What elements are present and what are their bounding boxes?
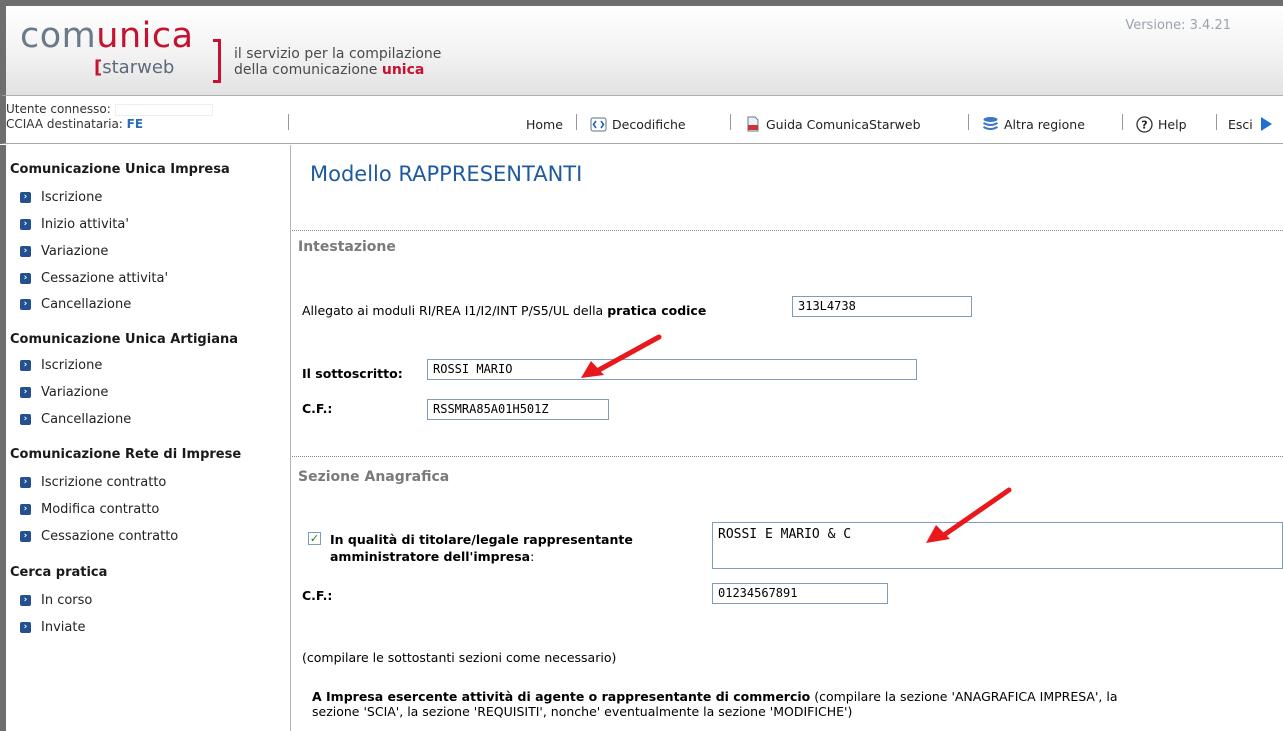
arrow-bullet-icon: › [20,531,31,542]
sottoscritto-label: Il sottoscritto: [302,366,403,381]
sidebar-item-rete-cessazione[interactable]: › Cessazione contratto [20,529,178,544]
arrow-bullet-icon: › [20,299,31,310]
connected-user-name [114,103,213,116]
arrow-bullet-icon: › [20,622,31,633]
sidebar-section-impresa: Comunicazione Unica Impresa [10,162,230,177]
intestazione-heading: Intestazione [298,239,396,255]
main-content: Modello RAPPRESENTANTI Intestazione Alle… [292,145,1283,731]
section-divider [292,456,1283,457]
section-divider [292,230,1283,231]
arrow-bullet-icon: › [20,414,31,425]
cciaa-label: CCIAA destinataria: [6,117,123,131]
sidebar-section-artigiana: Comunicazione Unica Artigiana [10,332,238,347]
play-arrow-icon [1258,116,1275,133]
help-link[interactable]: ? Help [1136,115,1187,133]
allegato-label: Allegato ai moduli RI/REA I1/I2/INT P/S5… [302,303,707,318]
sidebar-nav: Comunicazione Unica Impresa › Iscrizione … [0,145,291,731]
cf-label: C.F.: [302,401,333,416]
compilare-note: (compilare le sottostanti sezioni come n… [302,650,617,665]
sidebar-item-artigiana-cancellazione[interactable]: › Cancellazione [20,412,131,427]
sidebar-item-artigiana-variazione[interactable]: › Variazione [20,385,108,400]
sidebar-item-impresa-inizio[interactable]: › Inizio attivita' [20,217,129,232]
home-link[interactable]: Home [526,115,563,133]
arrow-bullet-icon: › [20,477,31,488]
sidebar-item-rete-iscrizione[interactable]: › Iscrizione contratto [20,475,166,490]
connected-user-label: Utente connesso: [6,102,111,116]
arrow-bullet-icon: › [20,246,31,257]
sidebar-section-rete: Comunicazione Rete di Imprese [10,447,242,462]
esci-link[interactable]: Esci [1228,115,1275,133]
database-stack-icon [982,116,999,133]
question-circle-icon: ? [1136,115,1153,133]
top-toolbar: Utente connesso: CCIAA destinataria: FE … [0,96,1283,144]
sidebar-item-impresa-cancellazione[interactable]: › Cancellazione [20,297,131,312]
sidebar-item-inviate[interactable]: › Inviate [20,620,85,635]
sidebar-item-artigiana-iscrizione[interactable]: › Iscrizione [20,358,102,373]
impresa-cf-label: C.F.: [302,588,333,603]
svg-text:?: ? [1141,118,1147,131]
arrow-bullet-icon: › [20,219,31,230]
sidebar-item-impresa-iscrizione[interactable]: › Iscrizione [20,190,102,205]
sottoscritto-field[interactable]: ROSSI MARIO [427,359,917,380]
pratica-codice-field[interactable]: 313L4738 [792,296,972,317]
denominazione-impresa-field[interactable]: ROSSI E MARIO & C [712,522,1283,569]
sidebar-item-impresa-cessazione[interactable]: › Cessazione attivita' [20,271,168,286]
app-header: comunica [starweb il servizio per la com… [0,0,1283,96]
altra-regione-link[interactable]: Altra regione [982,115,1085,133]
arrow-bullet-icon: › [20,360,31,371]
impresa-cf-field[interactable]: 01234567891 [712,583,888,604]
pdf-document-icon [744,116,761,133]
sezione-a-description: A Impresa esercente attività di agente o… [312,689,1118,719]
arrow-bullet-icon: › [20,595,31,606]
page-title: Modello RAPPRESENTANTI [310,162,583,186]
arrow-bullet-icon: › [20,273,31,284]
cciaa-value: FE [126,117,144,131]
sidebar-section-cerca: Cerca pratica [10,565,108,580]
version-label: Versione: 3.4.21 [1125,18,1231,33]
arrow-bullet-icon: › [20,504,31,515]
titolare-checkbox[interactable]: ✓ [308,532,321,545]
decodifiche-link[interactable]: Decodifiche [590,115,686,133]
arrow-bullet-icon: › [20,192,31,203]
code-brackets-icon [590,116,607,133]
sidebar-item-impresa-variazione[interactable]: › Variazione [20,244,108,259]
qualita-label: In qualità di titolare/legale rappresent… [330,532,633,564]
sidebar-item-in-corso[interactable]: › In corso [20,593,92,608]
user-info: Utente connesso: CCIAA destinataria: FE [6,102,213,132]
cf-field[interactable]: RSSMRA85A01H501Z [427,399,609,420]
app-tagline: il servizio per la compilazione della co… [234,46,442,78]
sidebar-item-rete-modifica[interactable]: › Modifica contratto [20,502,159,517]
guida-link[interactable]: Guida ComunicaStarweb [744,115,921,133]
arrow-bullet-icon: › [20,387,31,398]
sezione-anagrafica-heading: Sezione Anagrafica [298,469,450,485]
